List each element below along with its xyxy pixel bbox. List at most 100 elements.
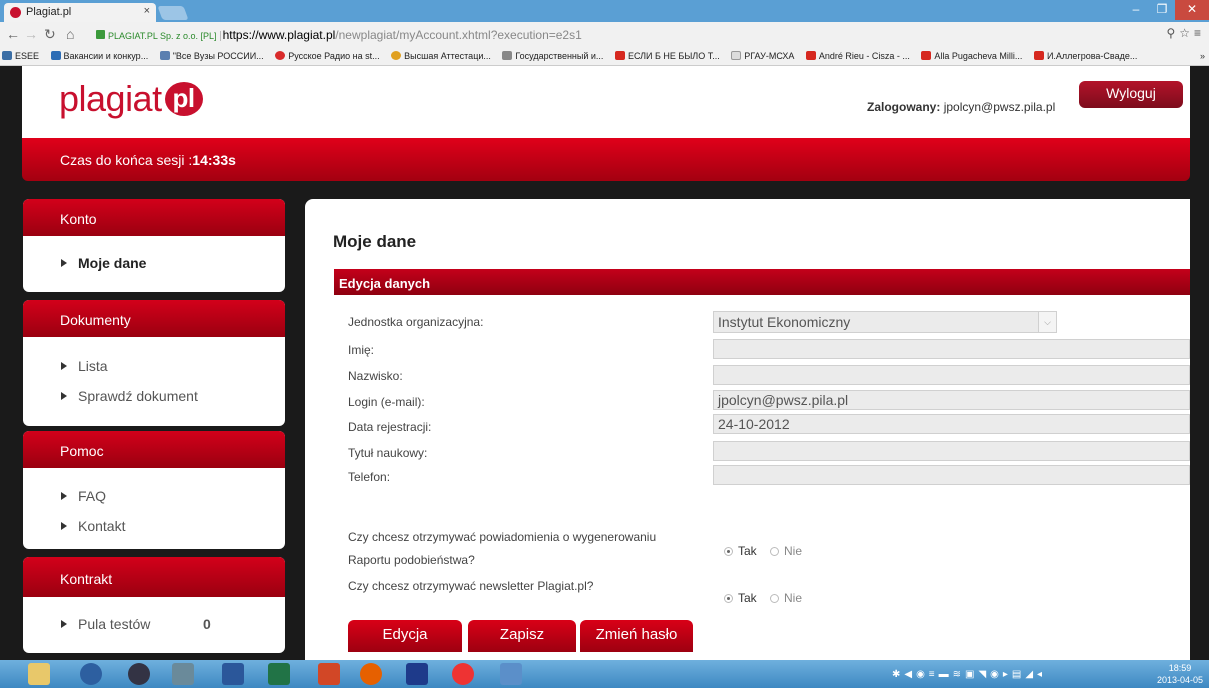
url-path: /newplagiat/myAccount.xhtml?execution=e2…: [335, 28, 582, 42]
outlook-icon[interactable]: [80, 663, 102, 685]
edit-button[interactable]: Edycja: [348, 620, 462, 652]
phone-field[interactable]: [713, 465, 1190, 485]
section-header: Edycja danych: [334, 269, 1190, 295]
login-label: Zalogowany:: [867, 100, 941, 114]
slash-app-icon[interactable]: [406, 663, 428, 685]
bookmark-item[interactable]: Русское Радио на st...: [275, 51, 380, 61]
browser-toolbar: ← → ↻ ⌂ PLAGIAT.PL Sp. z o.o. [PL] https:…: [0, 22, 1209, 48]
word-icon[interactable]: [222, 663, 244, 685]
app-icon[interactable]: [172, 663, 194, 685]
session-label: Czas do końca sesji :: [60, 152, 193, 168]
forward-icon[interactable]: →: [24, 26, 38, 42]
registration-date-field[interactable]: 24-10-2012: [713, 414, 1190, 434]
bookmark-icon: [2, 51, 12, 60]
bookmark-item[interactable]: Alla Pugacheva Milli...: [921, 51, 1022, 61]
window-controls: – ❐ ✕: [1123, 0, 1209, 20]
bookmarks-more-icon[interactable]: »: [1200, 51, 1205, 61]
bookmark-item[interactable]: Вакансии и конкур...: [50, 51, 148, 61]
bookmark-icon: [50, 51, 61, 60]
ev-certificate-label: PLAGIAT.PL Sp. z o.o. [PL]: [108, 31, 221, 41]
triangle-right-icon: [61, 392, 67, 400]
reload-icon[interactable]: ↻: [44, 26, 56, 43]
plagiat-logo[interactable]: plagiat pl: [59, 78, 203, 120]
test-pool-count: 0: [203, 616, 211, 632]
address-bar[interactable]: PLAGIAT.PL Sp. z o.o. [PL] https://www.pl…: [96, 25, 1176, 45]
bookmark-item[interactable]: ESEE: [2, 51, 39, 61]
login-field[interactable]: jpolcyn@pwsz.pila.pl: [713, 390, 1190, 410]
home-icon[interactable]: ⌂: [66, 26, 74, 42]
question-newsletter: Czy chcesz otrzymywać newsletter Plagiat…: [348, 579, 594, 593]
sidebar-konto: Konto Moje dane: [23, 199, 285, 292]
bookmark-item[interactable]: "Все Вузы РОССИИ...: [159, 51, 264, 61]
label-first-name: Imię:: [348, 343, 375, 357]
plagiat-favicon-icon: [10, 7, 21, 18]
minimize-icon[interactable]: –: [1123, 0, 1149, 20]
firefox-icon[interactable]: [360, 663, 382, 685]
new-tab-button[interactable]: [157, 6, 189, 20]
sidebar-heading-konto: Konto: [23, 199, 285, 236]
triangle-right-icon: [61, 522, 67, 530]
bookmark-item[interactable]: И.Аллегрова-Сваде...: [1033, 51, 1137, 61]
first-name-field[interactable]: [713, 339, 1190, 359]
radio-unchecked-icon: [770, 594, 779, 603]
sidebar-heading-pomoc: Pomoc: [23, 431, 285, 468]
chevron-down-icon: ⌵: [1038, 312, 1056, 332]
zoom-star-menu-icons[interactable]: ⚲☆≡: [1166, 26, 1205, 40]
bookmark-icon: [502, 51, 513, 60]
lock-icon: [96, 30, 105, 39]
system-tray-icons[interactable]: ✱◀◉≡▬≋▣◥◉▸▤◢◂: [892, 669, 1046, 680]
save-button[interactable]: Zapisz: [468, 620, 576, 652]
chrome-icon[interactable]: [452, 663, 474, 685]
label-academic-title: Tytuł naukowy:: [348, 446, 428, 460]
login-user: jpolcyn@pwsz.pila.pl: [943, 100, 1056, 114]
window-close-icon[interactable]: ✕: [1175, 0, 1209, 20]
site-header: plagiat pl Zalogowany: jpolcyn@pwsz.pila.…: [22, 66, 1190, 138]
q1-radio-no[interactable]: Nie: [770, 544, 802, 558]
unit-select[interactable]: Instytut Ekonomiczny ⌵: [713, 311, 1057, 333]
main-panel: Moje dane Edycja danych Jednostka organi…: [305, 199, 1190, 660]
presentation-icon[interactable]: [318, 663, 340, 685]
excel-icon[interactable]: [268, 663, 290, 685]
bookmark-item[interactable]: Высшая Аттестаци...: [391, 51, 491, 61]
bookmark-item[interactable]: ЕСЛИ Б НЕ БЫЛО Т...: [614, 51, 720, 61]
file-explorer-icon[interactable]: [28, 663, 50, 685]
sidebar-item-kontakt[interactable]: Kontakt: [23, 511, 285, 541]
sidebar-item-faq[interactable]: FAQ: [23, 481, 285, 511]
label-registration-date: Data rejestracji:: [348, 420, 432, 434]
q1-radio-yes[interactable]: Tak: [724, 544, 757, 558]
academic-title-field[interactable]: [713, 441, 1190, 461]
login-info: Zalogowany: jpolcyn@pwsz.pila.pl: [867, 100, 1055, 114]
session-timer-bar: Czas do końca sesji :14:33s: [22, 138, 1190, 181]
url-host: https://www.plagiat.pl: [222, 28, 336, 42]
sidebar-item-sprawdz-dokument[interactable]: Sprawdź dokument: [23, 381, 285, 411]
tab-close-icon[interactable]: ×: [144, 5, 150, 17]
taskbar-clock[interactable]: 18:59 2013-04-05: [1157, 662, 1203, 686]
bookmark-item[interactable]: Государственный и...: [502, 51, 603, 61]
browser-tab-bar: Plagiat.pl × – ❐ ✕: [0, 0, 1209, 22]
sidebar-item-moje-dane[interactable]: Moje dane: [23, 248, 285, 278]
sidebar-dokumenty: Dokumenty Lista Sprawdź dokument: [23, 300, 285, 426]
label-last-name: Nazwisko:: [348, 369, 403, 383]
restore-icon[interactable]: ❐: [1149, 0, 1175, 20]
bookmark-item[interactable]: РГАУ-МСХА: [731, 51, 794, 61]
last-name-field[interactable]: [713, 365, 1190, 385]
change-password-button[interactable]: Zmień hasło: [580, 620, 693, 652]
sidebar-item-lista[interactable]: Lista: [23, 351, 285, 381]
media-player-icon[interactable]: [128, 663, 150, 685]
radio-checked-icon: [724, 594, 733, 603]
triangle-right-icon: [61, 362, 67, 370]
sidebar-item-pula-testow[interactable]: Pula testów 0: [23, 609, 285, 639]
sidebar-heading-dokumenty: Dokumenty: [23, 300, 285, 337]
q2-radio-no[interactable]: Nie: [770, 591, 802, 605]
session-time: 14:33s: [192, 152, 236, 168]
label-unit: Jednostka organizacyjna:: [348, 315, 484, 329]
clock-time: 18:59: [1168, 663, 1192, 673]
network-app-icon[interactable]: [500, 663, 522, 685]
back-icon[interactable]: ←: [6, 26, 20, 42]
tab-title: Plagiat.pl: [26, 6, 72, 18]
q2-radio-yes[interactable]: Tak: [724, 591, 757, 605]
logout-button[interactable]: Wyloguj: [1079, 81, 1183, 108]
browser-tab[interactable]: Plagiat.pl ×: [4, 3, 156, 22]
radio-checked-icon: [724, 547, 733, 556]
bookmark-item[interactable]: André Rieu - Cisza - ...: [805, 51, 910, 61]
